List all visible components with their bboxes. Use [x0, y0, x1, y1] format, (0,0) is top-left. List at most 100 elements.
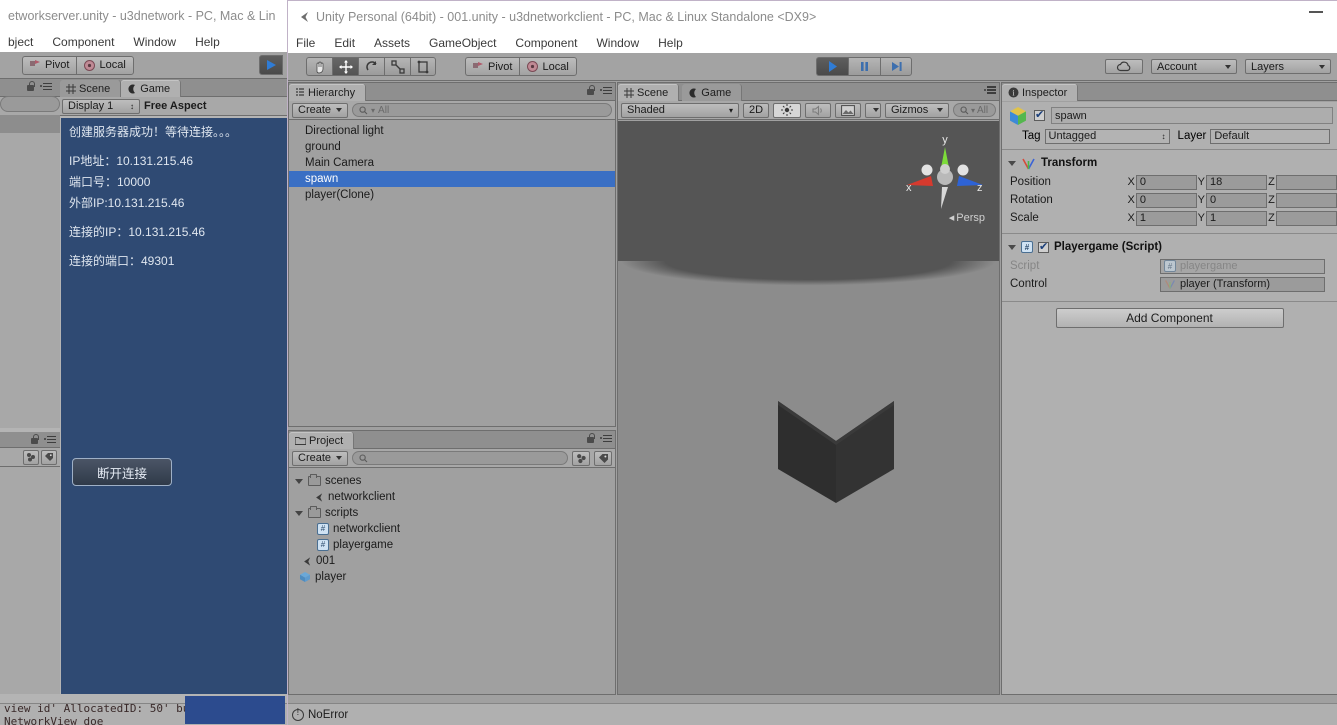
add-component-row[interactable]: Add Component	[1002, 308, 1337, 328]
pivot-group[interactable]: Pivot Local	[465, 57, 577, 76]
gameobject-enabled-checkbox[interactable]	[1034, 108, 1045, 121]
hierarchy-panel[interactable]: Hierarchy Create ▾ All Directional light…	[288, 82, 616, 427]
chevron-down-icon[interactable]	[295, 478, 303, 484]
left-tab-game[interactable]: Game	[121, 80, 182, 97]
scale-tool-button[interactable]	[384, 57, 410, 76]
left-play-button[interactable]	[259, 55, 283, 75]
playergame-control-row[interactable]: Control player (Transform)	[1002, 275, 1337, 293]
hierarchy-item-player-clone[interactable]: player(Clone)	[289, 187, 615, 203]
left-pivot-group[interactable]: Pivot Local	[22, 55, 134, 75]
project-create-button[interactable]: Create	[292, 450, 349, 466]
layers-dropdown[interactable]: Layers	[1245, 59, 1331, 74]
step-button[interactable]	[880, 57, 912, 76]
project-tabrow[interactable]: Project	[289, 431, 615, 449]
panel-menu-icon[interactable]	[984, 85, 996, 94]
project-item-script-networkclient[interactable]: # networkclient	[289, 521, 615, 537]
project-search-input[interactable]	[352, 451, 568, 465]
filter-by-type-icon[interactable]	[23, 449, 39, 465]
left-pivot-button[interactable]: Pivot	[22, 55, 77, 75]
left-leftover-searchfield[interactable]	[0, 96, 60, 112]
local-button[interactable]: Local	[519, 57, 577, 76]
filter-by-type-icon[interactable]	[572, 450, 590, 466]
cloud-button[interactable]	[1105, 59, 1143, 74]
left-window-menubar[interactable]: bject Component Window Help	[0, 32, 287, 52]
move-tool-button[interactable]	[332, 57, 358, 76]
hand-tool-button[interactable]	[306, 57, 332, 76]
playback-controls[interactable]	[816, 57, 912, 76]
inspector-panel[interactable]: i Inspector spawn Tag	[1001, 82, 1337, 695]
rotate-tool-button[interactable]	[358, 57, 384, 76]
add-component-button[interactable]: Add Component	[1055, 308, 1284, 328]
inspector-tag-layer-row[interactable]: Tag Untagged ↕ Layer Default	[1002, 126, 1337, 146]
panel-menu-icon[interactable]	[600, 86, 612, 95]
hierarchy-tabrow[interactable]: Hierarchy	[289, 83, 615, 101]
game-view-canvas[interactable]: 创建服务器成功！等待连接。。。 IP地址：10.131.215.46 端口号：1…	[61, 118, 287, 694]
minimize-button[interactable]	[1309, 11, 1323, 13]
rotation-z-input[interactable]	[1276, 192, 1337, 208]
hierarchy-list[interactable]: Directional light ground Main Camera spa…	[289, 121, 615, 426]
lock-icon[interactable]	[586, 433, 595, 443]
inspector-body[interactable]: spawn Tag Untagged ↕ Layer Default	[1002, 102, 1337, 694]
playergame-enabled-checkbox[interactable]	[1038, 240, 1049, 253]
position-z-input[interactable]	[1276, 174, 1337, 190]
scale-z-input[interactable]	[1276, 210, 1337, 226]
menu-item-file[interactable]: File	[296, 36, 315, 50]
project-item-script-playergame[interactable]: # playergame	[289, 537, 615, 553]
shading-mode-dropdown[interactable]: Shaded ▾	[621, 102, 739, 118]
panel-menu-icon[interactable]	[44, 435, 56, 444]
hierarchy-item-main-camera[interactable]: Main Camera	[289, 155, 615, 171]
panel-menu-icon[interactable]	[40, 82, 52, 91]
main-toolbar[interactable]: Pivot Local Account Layers	[288, 53, 1337, 81]
pivot-button[interactable]: Pivot	[465, 57, 520, 76]
account-dropdown[interactable]: Account	[1151, 59, 1237, 74]
tab-project[interactable]: Project	[289, 432, 355, 449]
hierarchy-search-input[interactable]: ▾ All	[352, 103, 612, 117]
toolbar-right-group[interactable]: Account Layers	[1105, 59, 1331, 74]
filter-by-label-icon[interactable]	[594, 450, 612, 466]
scene-tab-tools[interactable]	[984, 85, 996, 94]
menu-item-gameobject[interactable]: bject	[8, 35, 33, 49]
playergame-component-header[interactable]: # Playergame (Script)	[1002, 237, 1337, 257]
transform-position-row[interactable]: Position X 0 Y 18 Z	[1002, 173, 1337, 191]
rotation-x-input[interactable]: 0	[1135, 192, 1197, 208]
left-leftover-subbar[interactable]	[0, 448, 60, 467]
lock-icon[interactable]	[586, 85, 595, 95]
left-local-button[interactable]: Local	[76, 55, 134, 75]
tab-inspector[interactable]: i Inspector	[1002, 84, 1079, 101]
transform-component-header[interactable]: Transform	[1002, 153, 1337, 173]
menu-item-component[interactable]: Component	[515, 36, 577, 50]
project-item-scene-networkclient[interactable]: networkclient	[289, 489, 615, 505]
project-item-001[interactable]: 001	[289, 553, 615, 569]
menu-item-edit[interactable]: Edit	[334, 36, 355, 50]
scene-search-input[interactable]: ▾ All	[953, 103, 996, 117]
scene-lighting-toggle[interactable]	[773, 102, 801, 118]
position-x-input[interactable]: 0	[1135, 174, 1197, 190]
scene-viewport[interactable]: y x z ◂ Persp	[618, 121, 999, 694]
scene-subbar[interactable]: Shaded ▾ 2D Gizmos ▾ All	[618, 101, 999, 120]
rotation-y-input[interactable]: 0	[1206, 192, 1267, 208]
scene-fx-dropdown[interactable]	[865, 102, 881, 118]
menu-item-help[interactable]: Help	[195, 35, 220, 49]
project-item-scenes[interactable]: scenes	[289, 473, 615, 489]
transform-rotation-row[interactable]: Rotation X 0 Y 0 Z	[1002, 191, 1337, 209]
display-dropdown[interactable]: Display 1 ↕	[62, 98, 140, 114]
scene-tabrow[interactable]: Scene Game	[618, 83, 999, 101]
hierarchy-subbar[interactable]: Create ▾ All	[289, 101, 615, 120]
transform-tools-group[interactable]	[306, 57, 436, 76]
project-item-scripts[interactable]: scripts	[289, 505, 615, 521]
toggle-2d-button[interactable]: 2D	[743, 102, 769, 118]
transform-scale-row[interactable]: Scale X 1 Y 1 Z	[1002, 209, 1337, 227]
control-field-value[interactable]: player (Transform)	[1160, 276, 1325, 292]
gizmos-dropdown[interactable]: Gizmos	[885, 102, 949, 118]
lock-icon[interactable]	[30, 434, 39, 444]
left-tab-tools[interactable]	[26, 81, 52, 91]
inspector-header-row[interactable]: spawn	[1002, 102, 1337, 126]
layer-dropdown[interactable]: Default	[1210, 128, 1331, 144]
project-item-player-prefab[interactable]: player	[289, 569, 615, 585]
menu-item-window[interactable]: Window	[596, 36, 639, 50]
menu-item-gameobject[interactable]: GameObject	[429, 36, 496, 50]
project-tab-tools[interactable]	[586, 433, 612, 443]
inspector-tabrow[interactable]: i Inspector	[1002, 83, 1337, 101]
hierarchy-tab-tools[interactable]	[586, 85, 612, 95]
tab-scene[interactable]: Scene	[618, 84, 680, 101]
